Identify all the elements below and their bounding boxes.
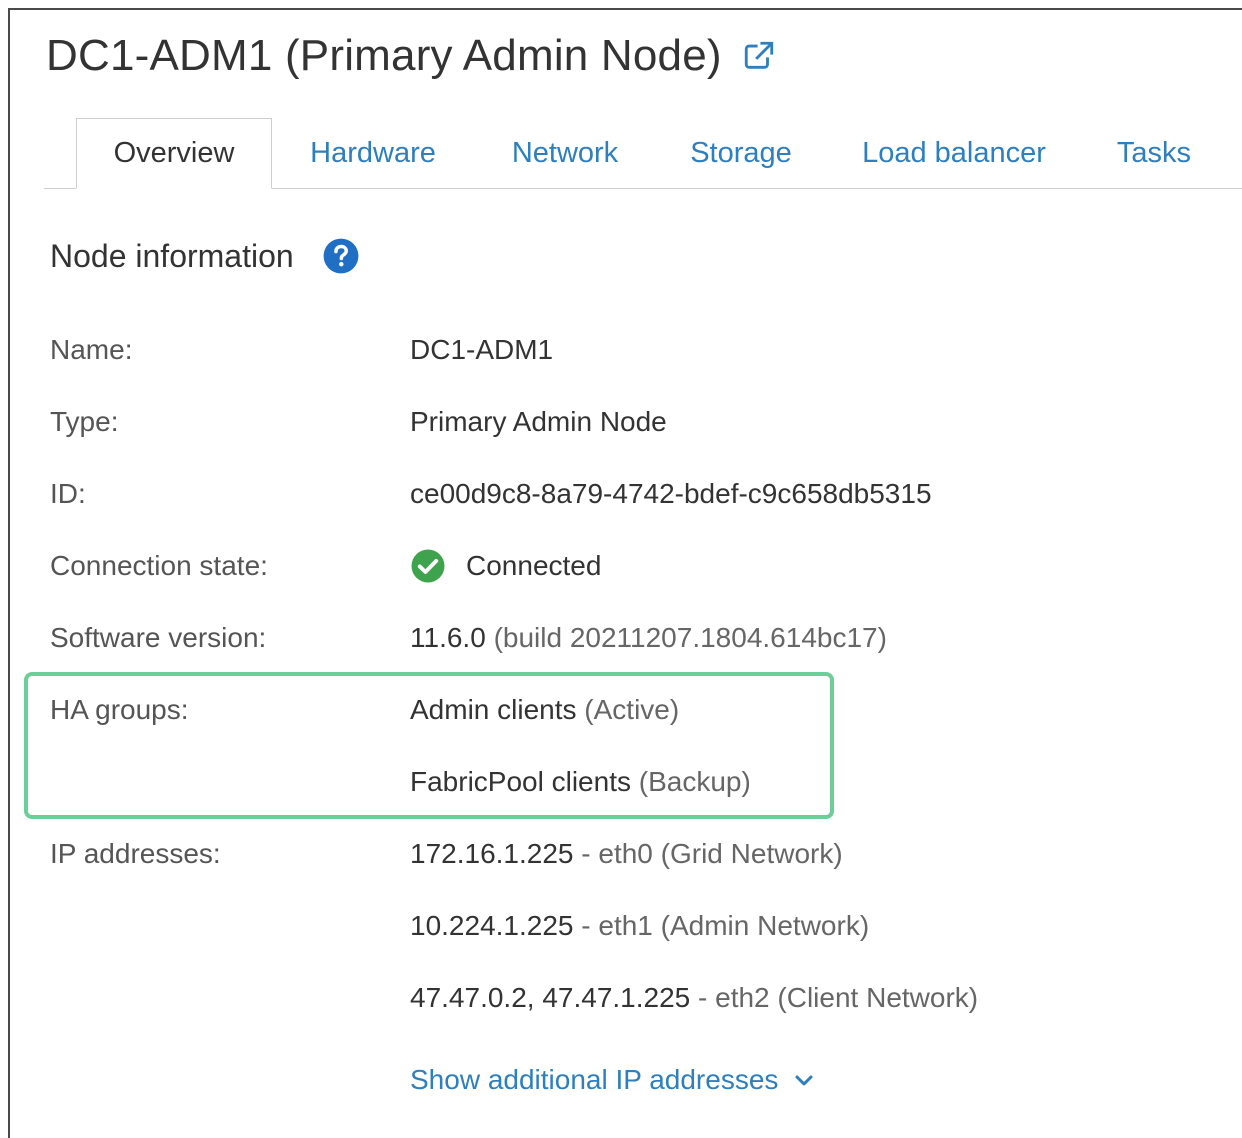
field-label: HA groups: xyxy=(50,694,189,725)
field-row-id: ID: ce00d9c8-8a79-4742-bdef-c9c658db5315 xyxy=(0,474,1242,514)
page-header: DC1-ADM1 (Primary Admin Node) xyxy=(46,26,776,86)
field-value-id: ce00d9c8-8a79-4742-bdef-c9c658db5315 xyxy=(410,478,932,509)
show-additional-ip-link[interactable]: Show additional IP addresses xyxy=(410,1060,816,1100)
ip-interface: - eth0 (Grid Network) xyxy=(581,838,843,869)
tab-label: Overview xyxy=(113,137,235,169)
field-row-ip-addresses-2: 10.224.1.225 - eth1 (Admin Network) xyxy=(0,906,1242,946)
field-label: ID: xyxy=(50,478,86,509)
ip-address: 172.16.1.225 xyxy=(410,838,574,869)
show-additional-ip-label: Show additional IP addresses xyxy=(410,1064,779,1095)
tab-label: Network xyxy=(511,136,619,169)
help-icon[interactable] xyxy=(322,237,360,275)
ha-group-role: (Active) xyxy=(584,694,680,725)
tab-label: Hardware xyxy=(310,136,436,169)
ha-group-item: FabricPool clients (Backup) xyxy=(410,762,751,802)
tab-overview[interactable]: Overview xyxy=(76,118,272,189)
field-row-software: Software version: 11.6.0 (build 20211207… xyxy=(0,618,1242,658)
field-row-name: Name: DC1-ADM1 xyxy=(0,330,1242,370)
tab-label: Load balancer xyxy=(862,136,1046,169)
ha-group-name: Admin clients xyxy=(410,694,577,725)
field-row-ip-addresses: IP addresses: 172.16.1.225 - eth0 (Grid … xyxy=(0,834,1242,874)
field-row-ha-groups: HA groups: Admin clients (Active) xyxy=(0,690,1242,730)
tab-label: Storage xyxy=(690,136,792,169)
field-value-software: 11.6.0 (build 20211207.1804.614bc17) xyxy=(410,618,887,658)
ha-group-item: Admin clients (Active) xyxy=(410,690,679,730)
tab-load-balancer[interactable]: Load balancer xyxy=(836,118,1072,188)
tab-hardware[interactable]: Hardware xyxy=(284,118,462,188)
ip-address-item: 172.16.1.225 - eth0 (Grid Network) xyxy=(410,834,843,874)
tab-tasks[interactable]: Tasks xyxy=(1092,118,1216,188)
field-label: Type: xyxy=(50,406,119,437)
field-value-name: DC1-ADM1 xyxy=(410,334,554,365)
ip-address: 10.224.1.225 xyxy=(410,910,574,941)
field-row-type: Type: Primary Admin Node xyxy=(0,402,1242,442)
tab-storage[interactable]: Storage xyxy=(668,118,814,188)
field-label: IP addresses: xyxy=(50,838,221,869)
chevron-down-icon xyxy=(795,1075,813,1086)
tab-bar: Overview Hardware Network Storage Load b… xyxy=(44,118,1242,189)
section-title: Node information xyxy=(50,237,294,274)
ip-address-item: 47.47.0.2, 47.47.1.225 - eth2 (Client Ne… xyxy=(410,978,978,1018)
field-label: Software version: xyxy=(50,622,267,653)
connection-status-text: Connected xyxy=(466,550,602,581)
field-row-ip-addresses-3: 47.47.0.2, 47.47.1.225 - eth2 (Client Ne… xyxy=(0,978,1242,1018)
section-header: Node information xyxy=(50,232,360,280)
ip-interface: - eth1 (Admin Network) xyxy=(581,910,870,941)
field-value-type: Primary Admin Node xyxy=(410,406,667,437)
field-value-connection: Connected xyxy=(410,546,601,586)
ip-interface: - eth2 (Client Network) xyxy=(698,982,979,1013)
ha-group-name: FabricPool clients xyxy=(410,766,631,797)
field-row-connection: Connection state: Connected xyxy=(0,546,1242,586)
ip-address-item: 10.224.1.225 - eth1 (Admin Network) xyxy=(410,906,869,946)
page-title: DC1-ADM1 (Primary Admin Node) xyxy=(46,31,722,80)
field-label: Connection state: xyxy=(50,550,268,581)
tab-label: Tasks xyxy=(1116,136,1192,169)
ip-address: 47.47.0.2, 47.47.1.225 xyxy=(410,982,691,1013)
software-version: 11.6.0 xyxy=(410,622,486,653)
external-link-icon[interactable] xyxy=(742,39,776,73)
ha-group-role: (Backup) xyxy=(638,766,751,797)
field-label: Name: xyxy=(50,334,133,365)
check-circle-icon xyxy=(411,549,445,583)
tab-network[interactable]: Network xyxy=(484,118,646,188)
software-build: (build 20211207.1804.614bc17) xyxy=(493,622,887,653)
field-row-ha-groups-2: FabricPool clients (Backup) xyxy=(0,762,1242,802)
